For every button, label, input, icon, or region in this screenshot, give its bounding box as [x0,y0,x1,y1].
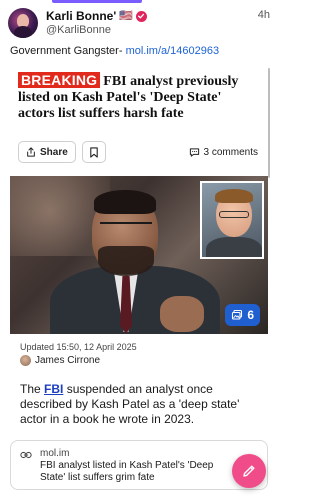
share-button[interactable]: Share [18,141,76,163]
article-byline[interactable]: James Cirrone [20,355,100,366]
article-hero-image[interactable]: 6 [10,176,268,334]
article-actions: Share 3 comments [18,140,258,164]
byline-author: James Cirrone [35,355,101,366]
author-block: Karli Bonne' 🇺🇸 @KarliBonne [46,9,147,37]
compose-button[interactable] [232,454,266,488]
link-preview-card[interactable]: mol.im FBI analyst listed in Kash Patel'… [10,440,268,490]
author-name[interactable]: Karli Bonne' [46,9,116,23]
author-avatar[interactable] [8,8,38,38]
article-lead: The FBI suspended an analyst once descri… [20,382,264,427]
breaking-label: BREAKING [18,72,101,88]
link-icon [20,451,32,459]
gallery-count-badge[interactable]: 6 [225,304,260,326]
article-embed[interactable]: BREAKING FBI analyst previously listed on… [10,64,270,434]
flag-icon: 🇺🇸 [119,10,133,22]
post-link[interactable]: mol.im/a/14602963 [126,45,220,57]
post-text-prefix: Government Gangster- [10,45,126,57]
comment-icon [189,147,199,157]
lead-prefix: The [20,382,45,396]
compose-icon [243,465,255,477]
link-domain: mol.im [40,448,70,459]
bookmark-icon [90,146,98,158]
author-handle[interactable]: @KarliBonne [46,23,147,37]
link-title: FBI analyst listed in Kash Patel's 'Deep… [40,460,214,483]
gallery-count: 6 [247,308,254,322]
byline-avatar [20,355,31,366]
embed-scrollbar[interactable] [268,68,270,178]
article-headline[interactable]: BREAKING FBI analyst previously listed on… [18,72,258,122]
article-updated-time: Updated 15:50, 12 April 2025 [20,342,137,352]
top-accent-bar [52,0,142,3]
inset-portrait-image [200,181,264,259]
lead-fbi-link[interactable]: FBI [44,382,63,396]
share-icon [27,147,35,157]
verified-badge-icon [135,10,147,22]
comments-label: 3 comments [203,146,258,158]
share-label: Share [40,146,68,158]
comments-link[interactable]: 3 comments [189,147,258,158]
post-header: Karli Bonne' 🇺🇸 @KarliBonne 4h [8,6,270,40]
post-text: Government Gangster- mol.im/a/14602963 [10,44,270,58]
author-name-row: Karli Bonne' 🇺🇸 [46,9,147,23]
bookmark-button[interactable] [81,141,106,163]
post-timestamp: 4h [257,9,270,21]
gallery-icon [232,309,243,320]
